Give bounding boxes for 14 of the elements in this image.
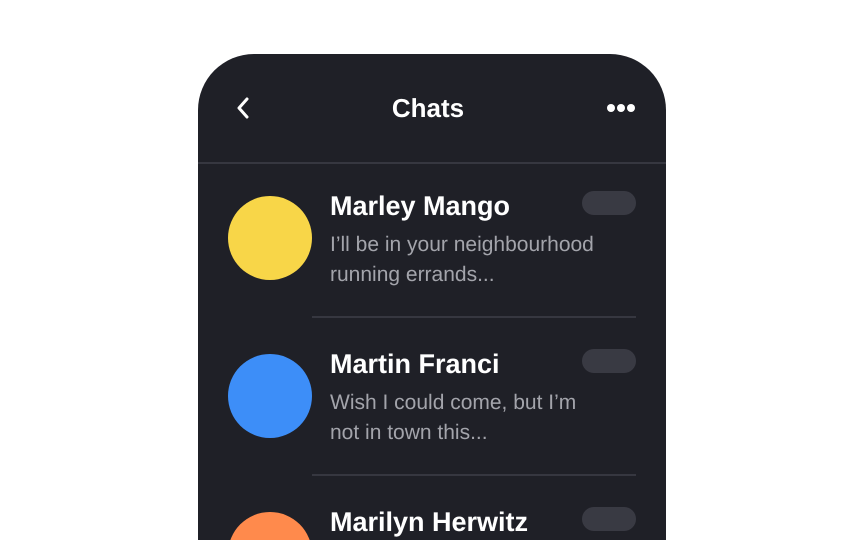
contact-name: Marley Mango xyxy=(330,190,510,222)
more-icon[interactable] xyxy=(606,103,636,113)
chat-row[interactable]: Marilyn Herwitz xyxy=(198,480,666,540)
contact-name: Marilyn Herwitz xyxy=(330,506,528,538)
chat-row[interactable]: Martin Franci Wish I could come, but I’m not in town this... xyxy=(198,322,666,476)
header-title: Chats xyxy=(392,92,464,124)
status-pill xyxy=(582,507,636,531)
message-preview: Wish I could come, but I’m not in town this... xyxy=(330,390,578,446)
back-icon[interactable] xyxy=(236,97,250,119)
status-pill xyxy=(582,191,636,215)
message-preview: I’ll be in your neighbourhood running errands... xyxy=(330,232,595,288)
contact-name: Martin Franci xyxy=(330,348,500,380)
status-pill xyxy=(582,349,636,373)
chat-row[interactable]: Marley Mango I’ll be in your neighbourhood running errands... xyxy=(198,164,666,318)
